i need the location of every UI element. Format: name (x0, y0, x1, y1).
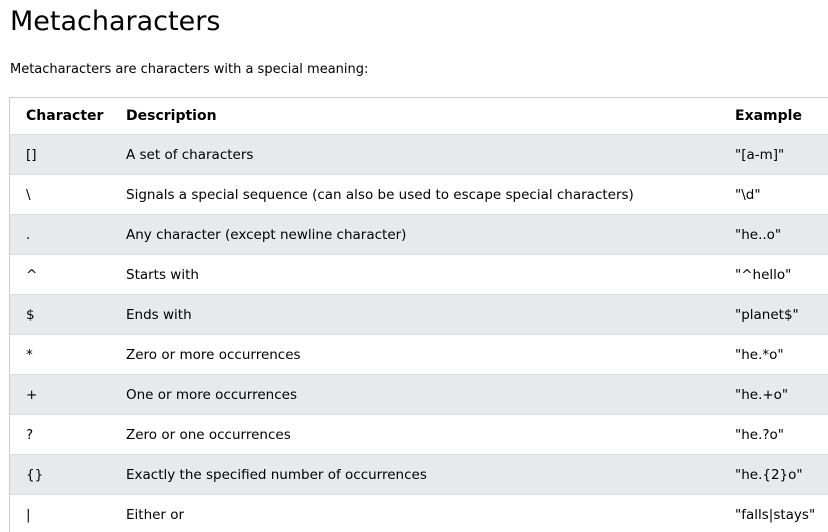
table-header-row: Character Description Example (9, 97, 828, 135)
cell-description: Zero or one occurrences (110, 414, 719, 455)
cell-example: "he.+o" (719, 374, 828, 415)
table-row: + One or more occurrences "he.+o" (9, 374, 828, 415)
column-header-character: Character (9, 97, 110, 135)
cell-character: \ (9, 174, 110, 215)
cell-description: Signals a special sequence (can also be … (110, 174, 719, 215)
table-row: | Either or "falls|stays" (9, 494, 828, 532)
cell-character: $ (9, 294, 110, 335)
cell-character: * (9, 334, 110, 375)
cell-example: "^hello" (719, 254, 828, 295)
cell-description: Exactly the specified number of occurren… (110, 454, 719, 495)
cell-character: ^ (9, 254, 110, 295)
table-row: $ Ends with "planet$" (9, 294, 828, 335)
table-row: . Any character (except newline characte… (9, 214, 828, 255)
cell-description: Either or (110, 494, 719, 532)
column-header-example: Example (719, 97, 828, 135)
cell-example: "he.*o" (719, 334, 828, 375)
table-row: \ Signals a special sequence (can also b… (9, 174, 828, 215)
cell-example: "[a-m]" (719, 134, 828, 175)
intro-text: Metacharacters are characters with a spe… (10, 62, 369, 77)
metacharacters-table: Character Description Example [] A set o… (9, 97, 828, 532)
table-row: {} Exactly the specified number of occur… (9, 454, 828, 495)
cell-example: "he.?o" (719, 414, 828, 455)
column-header-description: Description (110, 97, 719, 135)
cell-example: "\d" (719, 174, 828, 215)
cell-example: "falls|stays" (719, 494, 828, 532)
cell-description: One or more occurrences (110, 374, 719, 415)
cell-character: ? (9, 414, 110, 455)
cell-character: + (9, 374, 110, 415)
cell-description: A set of characters (110, 134, 719, 175)
table-row: [] A set of characters "[a-m]" (9, 134, 828, 175)
table-row: ^ Starts with "^hello" (9, 254, 828, 295)
cell-description: Ends with (110, 294, 719, 335)
cell-example: "he.{2}o" (719, 454, 828, 495)
cell-description: Zero or more occurrences (110, 334, 719, 375)
cell-character: {} (9, 454, 110, 495)
cell-example: "planet$" (719, 294, 828, 335)
cell-character: | (9, 494, 110, 532)
table-row: ? Zero or one occurrences "he.?o" (9, 414, 828, 455)
cell-description: Starts with (110, 254, 719, 295)
cell-character: . (9, 214, 110, 255)
table-row: * Zero or more occurrences "he.*o" (9, 334, 828, 375)
page-title: Metacharacters (10, 6, 221, 37)
cell-character: [] (9, 134, 110, 175)
cell-description: Any character (except newline character) (110, 214, 719, 255)
cell-example: "he..o" (719, 214, 828, 255)
